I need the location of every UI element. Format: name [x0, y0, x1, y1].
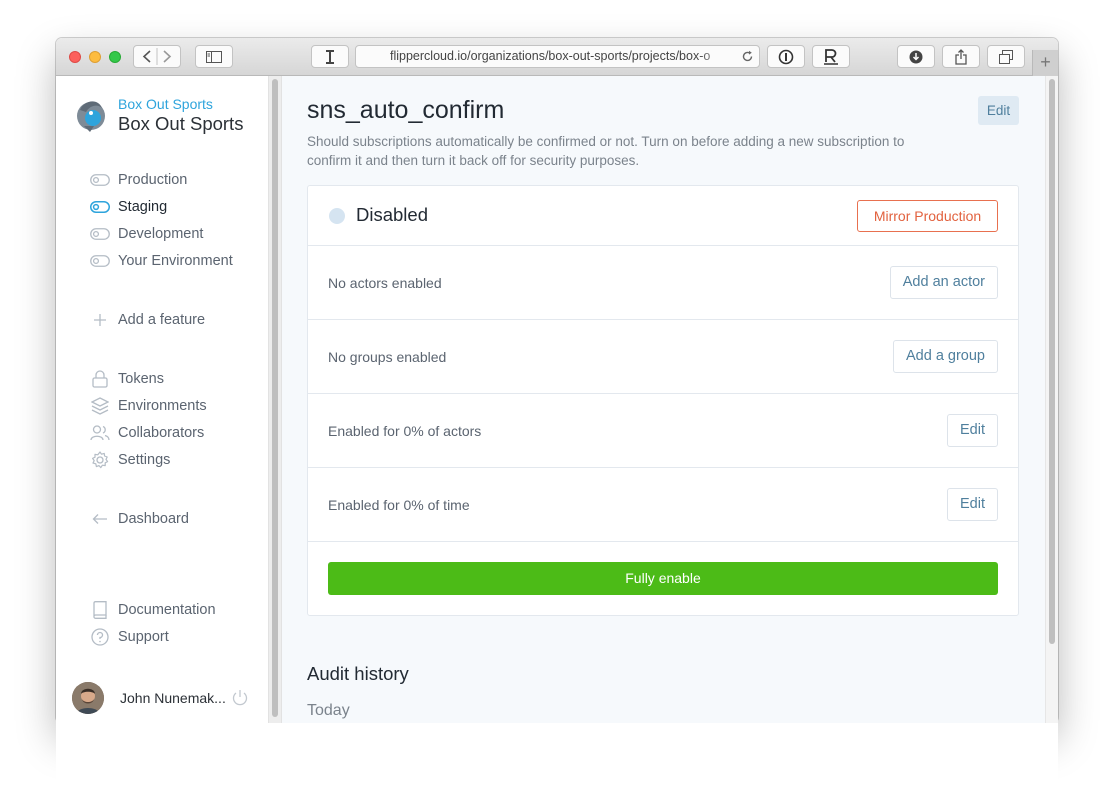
sidebar-item-tokens[interactable]: Tokens — [90, 369, 164, 389]
download-icon — [909, 50, 923, 63]
share-button[interactable] — [942, 45, 980, 68]
edit-feature-button[interactable]: Edit — [978, 96, 1019, 125]
users-icon — [90, 423, 110, 443]
audit-today-label: Today — [307, 702, 350, 719]
dolphin-logo-icon — [77, 101, 105, 132]
enable-row: Fully enable — [308, 542, 1018, 615]
sidebar-item-label: Collaborators — [118, 425, 205, 441]
status-indicator-dot — [329, 208, 345, 224]
feature-description: Should subscriptions automatically be co… — [307, 134, 905, 168]
address-bar-url: flippercloud.io/organizations/box-out-sp… — [390, 49, 711, 63]
add-feature-link[interactable]: Add a feature — [90, 310, 205, 330]
back-forward-icon — [142, 48, 172, 65]
power-icon[interactable] — [231, 689, 249, 707]
help-circle-icon — [90, 627, 110, 647]
sidebar-item-settings[interactable]: Settings — [90, 450, 170, 470]
sidebar-item-label: Settings — [118, 452, 171, 468]
share-icon — [955, 48, 967, 65]
add-group-button[interactable]: Add a group — [892, 340, 998, 373]
project-name[interactable]: Box Out Sports — [118, 113, 243, 135]
layers-icon — [90, 396, 110, 416]
reload-icon[interactable] — [741, 50, 754, 63]
status-label: Disabled — [356, 204, 428, 225]
env-development[interactable]: Development — [90, 224, 203, 244]
downloads-button[interactable] — [897, 45, 935, 68]
back-forward-buttons[interactable] — [133, 45, 181, 68]
audit-history-heading: Audit history — [307, 663, 409, 684]
groups-row: No groups enabled Add a group — [308, 320, 1018, 394]
edit-percent-actors-button[interactable]: Edit — [947, 414, 998, 447]
tabs-overview-button[interactable] — [987, 45, 1025, 68]
user-avatar[interactable] — [72, 682, 104, 714]
edit-percent-time-button[interactable]: Edit — [947, 488, 998, 521]
sidebar-item-label: Environments — [118, 398, 207, 414]
book-icon — [90, 600, 110, 620]
env-label: Production — [118, 172, 188, 188]
sidebar-scroll-thumb[interactable] — [272, 79, 278, 717]
add-actor-button[interactable]: Add an actor — [889, 266, 998, 299]
new-tab-button[interactable]: + — [1032, 50, 1058, 76]
onepassword-icon — [778, 49, 794, 64]
mirror-production-button[interactable]: Mirror Production — [857, 200, 998, 232]
minimize-window-button[interactable] — [89, 51, 101, 63]
percent-time-row: Enabled for 0% of time Edit — [308, 468, 1018, 542]
percent-time-status: Enabled for 0% of time — [328, 497, 470, 513]
r-letter-icon — [824, 48, 838, 65]
percent-actors-row: Enabled for 0% of actors Edit — [308, 394, 1018, 468]
env-staging[interactable]: Staging — [90, 197, 167, 217]
text-cursor-icon — [326, 49, 334, 64]
documentation-label: Documentation — [118, 602, 216, 618]
gear-icon — [90, 450, 110, 470]
sidebar-item-environments[interactable]: Environments — [90, 396, 207, 416]
env-label: Staging — [118, 199, 168, 215]
env-label: Your Environment — [118, 253, 233, 269]
documentation-link[interactable]: Documentation — [90, 600, 216, 620]
sidebar-item-collaborators[interactable]: Collaborators — [90, 423, 204, 443]
env-label: Development — [118, 226, 204, 242]
readability-button[interactable] — [812, 45, 850, 68]
main-scroll-thumb[interactable] — [1049, 79, 1055, 644]
plus-icon — [90, 310, 110, 330]
reader-cursor-button[interactable] — [311, 45, 349, 68]
env-production[interactable]: Production — [90, 170, 187, 190]
toggle-off-icon — [90, 170, 110, 190]
groups-status: No groups enabled — [328, 349, 447, 365]
sidebar-item-label: Tokens — [118, 371, 164, 387]
dashboard-label: Dashboard — [118, 511, 189, 527]
add-feature-label: Add a feature — [118, 312, 206, 328]
tabs-icon — [999, 49, 1013, 64]
zoom-window-button[interactable] — [109, 51, 121, 63]
sidebar-icon — [206, 50, 222, 63]
main-scrollbar[interactable] — [1045, 76, 1058, 723]
password-manager-button[interactable] — [767, 45, 805, 68]
support-label: Support — [118, 629, 169, 645]
dashboard-link[interactable]: Dashboard — [90, 509, 189, 529]
actors-status: No actors enabled — [328, 275, 442, 291]
feature-title: sns_auto_confirm — [307, 96, 505, 124]
status-row: Disabled Mirror Production — [308, 186, 1018, 246]
actors-row: No actors enabled Add an actor — [308, 246, 1018, 320]
toggle-off-icon — [90, 224, 110, 244]
lock-icon — [90, 369, 110, 389]
feature-status-card: Disabled Mirror Production No actors ena… — [307, 185, 1019, 616]
org-name-small[interactable]: Box Out Sports — [118, 96, 213, 112]
sidebar-toggle-button[interactable] — [195, 45, 233, 68]
env-your-environment[interactable]: Your Environment — [90, 251, 233, 271]
support-link[interactable]: Support — [90, 627, 169, 647]
avatar-photo-icon — [72, 682, 104, 714]
address-bar[interactable]: flippercloud.io/organizations/box-out-sp… — [355, 45, 760, 68]
percent-actors-status: Enabled for 0% of actors — [328, 423, 482, 439]
toggle-off-icon — [90, 251, 110, 271]
sidebar-scrollbar[interactable] — [268, 76, 282, 723]
user-name[interactable]: John Nunemak... — [120, 690, 226, 706]
arrow-left-icon — [90, 509, 110, 529]
toggle-active-icon — [90, 197, 110, 217]
fully-enable-button[interactable]: Fully enable — [328, 562, 998, 595]
browser-toolbar: flippercloud.io/organizations/box-out-sp… — [56, 38, 1058, 76]
close-window-button[interactable] — [69, 51, 81, 63]
